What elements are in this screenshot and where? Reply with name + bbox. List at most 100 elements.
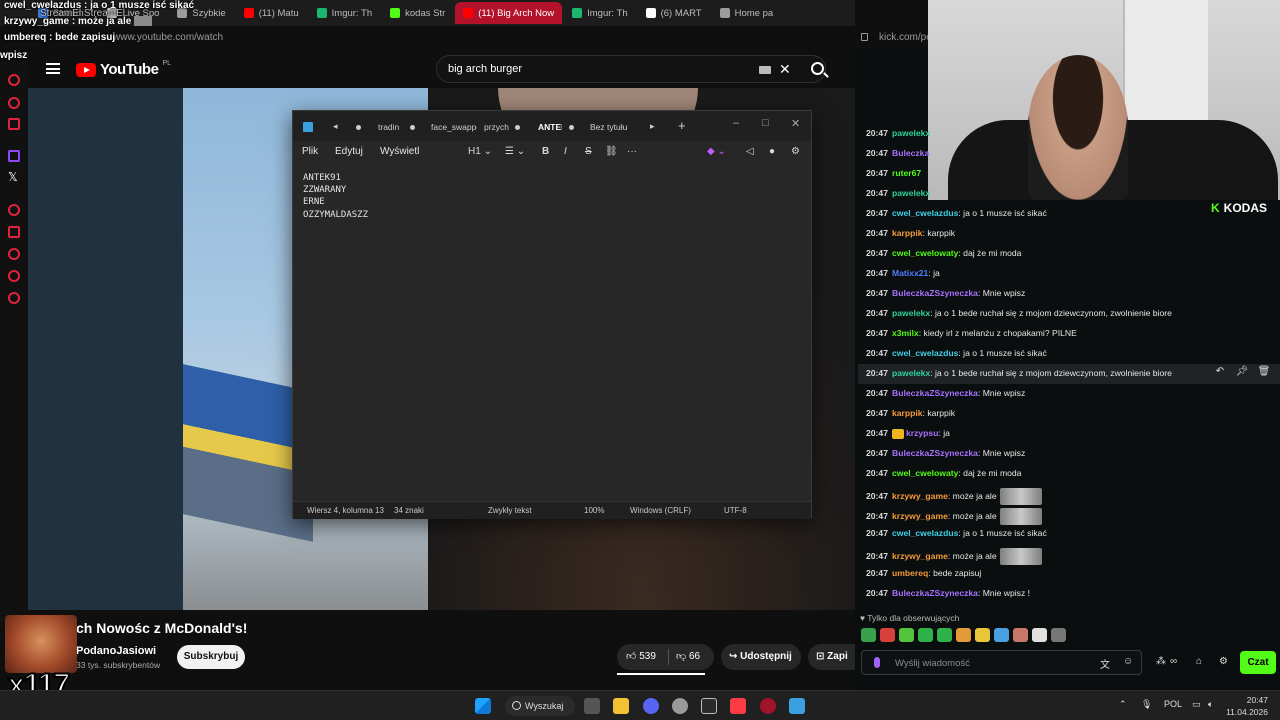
- copilot-icon[interactable]: ◆ ⌄: [707, 146, 726, 157]
- close-icon[interactable]: ✕: [791, 117, 800, 130]
- search-icon[interactable]: [811, 62, 824, 75]
- emoji-icon[interactable]: ☺: [1123, 656, 1133, 667]
- menu-file[interactable]: Plik: [302, 146, 318, 157]
- kick-address-bar[interactable]: kick.com/pc: [855, 28, 931, 48]
- emote-icon[interactable]: [956, 628, 971, 642]
- browser-tab[interactable]: kodas Str: [382, 2, 453, 24]
- emote-icon[interactable]: [937, 628, 952, 642]
- chat-username[interactable]: BuleczkaZSzyneczka: [892, 588, 978, 598]
- emote-icon[interactable]: [1051, 628, 1066, 642]
- menu-view[interactable]: Wyświetl: [380, 146, 419, 157]
- chat-input[interactable]: Wyślij wiadomość 文 ☺: [861, 650, 1142, 675]
- chat-message[interactable]: 20:47 Matixx21: ja: [866, 268, 940, 278]
- file-explorer-icon[interactable]: [613, 698, 629, 714]
- emote-icon[interactable]: [918, 628, 933, 642]
- notepad-tab-active[interactable]: ANTEK: [538, 122, 562, 132]
- menu-icon[interactable]: [46, 63, 60, 74]
- chat-message[interactable]: 20:47 krzypsu: ja: [866, 428, 950, 439]
- heading-dropdown[interactable]: H1 ⌄: [468, 146, 492, 157]
- chat-message[interactable]: 20:47 cwel_cwelazdus: ja o 1 musze isć si…: [866, 348, 1047, 358]
- system-clock[interactable]: 20:47 11.04.2026: [1226, 694, 1268, 718]
- chat-message[interactable]: 20:47 krzywy_game: może ja ale: [866, 488, 1042, 505]
- chat-message[interactable]: 20:47 krzywy_game: może ja ale: [866, 548, 1042, 565]
- app-icon[interactable]: [672, 698, 688, 714]
- chat-settings-icon[interactable]: ⚙: [1219, 656, 1228, 667]
- taskbar-search[interactable]: Wyszukaj: [505, 696, 575, 716]
- browser-tab[interactable]: (11) Big Arch Now: [455, 2, 563, 24]
- music-icon[interactable]: [730, 698, 746, 714]
- reply-icon[interactable]: ↶: [1209, 366, 1231, 377]
- chat-message[interactable]: 20:47 pawelekx: ja o 1 bede ruchał się z …: [866, 308, 1172, 318]
- chat-message[interactable]: 20:47 pawelekx: ja o 1 bede ruchał się z …: [866, 368, 1172, 378]
- chat-username[interactable]: karppik: [892, 408, 923, 418]
- chat-message[interactable]: 20:47 BuleczkaZSzyneczka: Mnie wpisz: [866, 388, 1025, 398]
- account-icon[interactable]: ●: [769, 146, 775, 157]
- dislike-button[interactable]: 👎︎ 66: [676, 650, 700, 662]
- browser-tab[interactable]: (11) Matu: [236, 2, 307, 24]
- emote-icon[interactable]: [994, 628, 1009, 642]
- store-icon[interactable]: ⌂: [1196, 656, 1202, 667]
- clear-search-icon[interactable]: ✕: [779, 61, 791, 77]
- start-icon[interactable]: [475, 698, 491, 714]
- emote-icon[interactable]: [975, 628, 990, 642]
- delete-icon[interactable]: 🗑︎: [1253, 366, 1275, 377]
- chat-message[interactable]: 20:47 karppik: karppik: [866, 408, 955, 418]
- emote-icon[interactable]: [861, 628, 876, 642]
- sidebar-icon[interactable]: [8, 204, 20, 216]
- notepad-tab[interactable]: Bez tytułu: [590, 122, 634, 132]
- chat-message[interactable]: 20:47 BuleczkaZSzyneczka: Mnie wpisz !: [866, 588, 1030, 598]
- sidebar-icon[interactable]: [8, 248, 20, 260]
- notepad-titlebar[interactable]: ◂ tradin face_swappe przych ANTEK Bez ty…: [293, 111, 811, 141]
- x-icon[interactable]: 𝕏: [8, 170, 18, 184]
- more-icon[interactable]: ···: [627, 146, 637, 157]
- chat-username[interactable]: cwel_cwelazdus: [892, 208, 958, 218]
- chat-message[interactable]: 20:47 ruter67: [866, 168, 921, 178]
- sidebar-icon[interactable]: [8, 74, 20, 86]
- emote-icon[interactable]: [1032, 628, 1047, 642]
- strikethrough-icon[interactable]: S: [585, 146, 592, 157]
- twitch-icon[interactable]: [8, 150, 20, 162]
- announce-icon[interactable]: ◁: [746, 146, 754, 157]
- chat-username[interactable]: karppik: [892, 228, 923, 238]
- chat-input-placeholder[interactable]: Wyślij wiadomość: [895, 658, 970, 669]
- emote-icon[interactable]: [899, 628, 914, 642]
- sidebar-icon[interactable]: [8, 270, 20, 282]
- chat-message[interactable]: 20:47 Buleczka: [866, 148, 929, 158]
- task-view-icon[interactable]: [584, 698, 600, 714]
- share-button[interactable]: ↪ Udostępnij: [721, 644, 801, 670]
- chat-message[interactable]: 20:47 karppik: karppik: [866, 228, 955, 238]
- send-chat-button[interactable]: Czat: [1240, 651, 1276, 674]
- chat-message[interactable]: 20:47 umbereq: bede zapisuj: [866, 568, 981, 578]
- chat-username[interactable]: Buleczka: [892, 148, 929, 158]
- chat-username[interactable]: ruter67: [892, 168, 921, 178]
- chat-message[interactable]: 20:47 cwel_cwelowaty: daj że mi moda: [866, 468, 1021, 478]
- search-box[interactable]: big arch burger ✕: [436, 55, 826, 83]
- emote-icon[interactable]: [1013, 628, 1028, 642]
- chat-username[interactable]: krzywy_game: [892, 551, 948, 561]
- tab-scroll-right-icon[interactable]: ▸: [650, 121, 655, 132]
- italic-icon[interactable]: I: [564, 146, 567, 157]
- chat-username[interactable]: cwel_cwelowaty: [892, 248, 958, 258]
- chat-message[interactable]: 20:47 pawelekx: [866, 188, 930, 198]
- chat-username[interactable]: BuleczkaZSzyneczka: [892, 388, 978, 398]
- kick-url[interactable]: kick.com/pc: [879, 32, 931, 43]
- notepad-tab[interactable]: tradin: [378, 122, 402, 132]
- language-indicator[interactable]: POL: [1164, 699, 1182, 709]
- menu-edit[interactable]: Edytuj: [335, 146, 363, 157]
- sidebar-icon[interactable]: [8, 97, 20, 109]
- list-icon[interactable]: ☰ ⌄: [505, 146, 525, 157]
- chat-message[interactable]: 20:47 cwel_cwelazdus: ja o 1 musze isć si…: [866, 208, 1047, 218]
- network-icon[interactable]: ▭: [1192, 699, 1201, 710]
- chat-username[interactable]: x3milx: [892, 328, 919, 338]
- sidebar-icon[interactable]: [8, 118, 20, 130]
- translate-icon[interactable]: 文: [1100, 656, 1110, 671]
- youtube-logo[interactable]: YouTube PL: [76, 60, 171, 78]
- chat-message[interactable]: 20:47 x3milx: kiedy irl z melanżu z chopa…: [866, 328, 1077, 338]
- volume-icon[interactable]: 🔈︎: [1208, 699, 1213, 710]
- chat-username[interactable]: pawelekx: [892, 188, 930, 198]
- link-chain-icon[interactable]: ∞: [1170, 656, 1177, 667]
- chat-username[interactable]: cwel_cwelowaty: [892, 468, 958, 478]
- browser-tab[interactable]: Imgur: Th: [309, 2, 380, 24]
- minimize-icon[interactable]: –: [733, 117, 739, 129]
- maximize-icon[interactable]: □: [762, 117, 769, 129]
